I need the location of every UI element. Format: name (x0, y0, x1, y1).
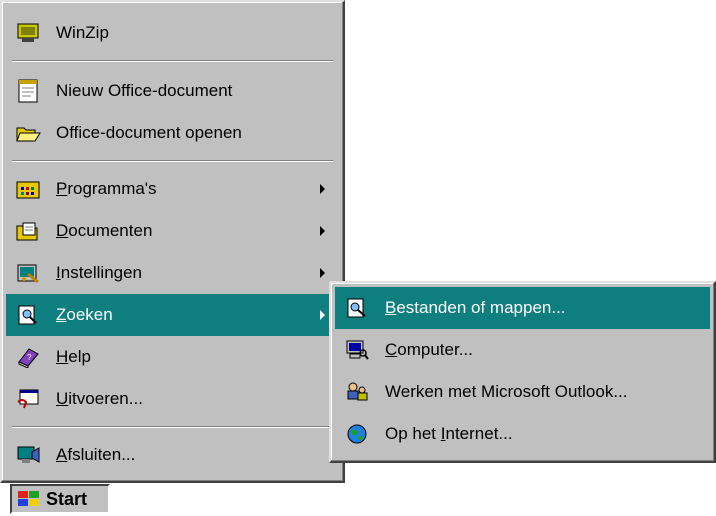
start-button[interactable]: Start (10, 484, 110, 514)
internet-globe-icon (343, 422, 371, 446)
submenu-item-outlook[interactable]: Werken met Microsoft Outlook... (335, 371, 710, 413)
shutdown-icon (14, 443, 42, 467)
find-icon (14, 303, 42, 327)
submenu-arrow-icon (320, 226, 325, 236)
submenu-arrow-icon (320, 184, 325, 194)
submenu-item-computer[interactable]: Computer... (335, 329, 710, 371)
separator (12, 160, 333, 162)
programs-folder-icon (14, 177, 42, 201)
find-computer-icon (343, 338, 371, 362)
new-office-document-icon (14, 79, 42, 103)
open-folder-icon (14, 121, 42, 145)
separator (12, 426, 333, 428)
find-submenu: Bestanden of mappen... Computer... Werke… (329, 281, 716, 463)
menu-item-shutdown[interactable]: Afsluiten... (6, 434, 339, 476)
settings-icon (14, 261, 42, 285)
submenu-arrow-icon (320, 268, 325, 278)
documents-folder-icon (14, 219, 42, 243)
run-icon (14, 387, 42, 411)
menu-item-winzip[interactable]: WinZip (6, 12, 339, 54)
separator (12, 60, 333, 62)
menu-item-open-office-document[interactable]: Office-document openen (6, 112, 339, 154)
winzip-icon (14, 21, 42, 45)
outlook-people-icon (343, 380, 371, 404)
windows-logo-icon (16, 489, 42, 509)
help-book-icon: ? (14, 345, 42, 369)
menu-item-run[interactable]: Uitvoeren... (6, 378, 339, 420)
start-label: Start (46, 488, 88, 509)
menu-item-programs[interactable]: Programma's (6, 168, 339, 210)
submenu-arrow-icon (320, 310, 325, 320)
submenu-item-internet[interactable]: Op het Internet... (335, 413, 710, 455)
menu-item-settings[interactable]: Instellingen (6, 252, 339, 294)
menu-item-new-office-document[interactable]: Nieuw Office-document (6, 70, 339, 112)
start-menu: WinZip Nieuw Office-document Office-docu… (0, 0, 345, 483)
menu-item-help[interactable]: ? Help (6, 336, 339, 378)
svg-text:?: ? (27, 353, 32, 362)
submenu-item-files-or-folders[interactable]: Bestanden of mappen... (335, 287, 710, 329)
menu-item-label: WinZip (56, 23, 109, 42)
menu-item-find[interactable]: Zoeken (6, 294, 339, 336)
find-files-icon (343, 296, 371, 320)
menu-item-documents[interactable]: Documenten (6, 210, 339, 252)
